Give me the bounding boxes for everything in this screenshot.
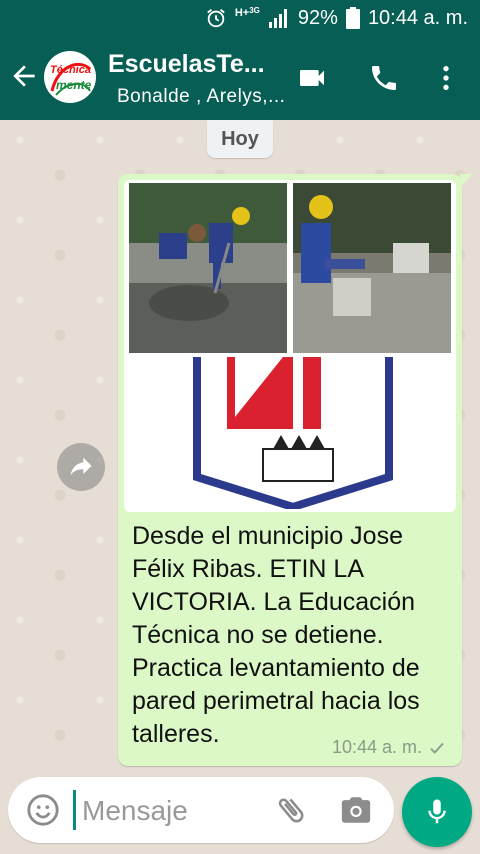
network-type: H+	[234, 7, 250, 19]
photo-student-building-wall[interactable]	[293, 183, 451, 353]
alarm-icon	[207, 9, 225, 28]
mic-icon	[428, 799, 446, 824]
video-call-button[interactable]	[296, 62, 328, 94]
emoji-icon	[27, 794, 59, 826]
signal-icon	[268, 9, 287, 28]
photo-students-digging[interactable]	[129, 183, 287, 353]
battery-icon	[345, 7, 360, 29]
message-time: 10:44 a. m.	[331, 737, 422, 757]
text-caret	[73, 790, 76, 830]
paperclip-icon	[278, 798, 304, 823]
battery-percent: 92%	[297, 6, 338, 29]
phone-icon	[372, 66, 396, 90]
clock: 10:44 a. m.	[367, 6, 468, 29]
avatar-text-line1: Técnica	[50, 64, 91, 76]
status-bar: H+ 3G 92% 10:44 a. m.	[0, 0, 480, 36]
bubble-tail	[460, 174, 472, 188]
chat-participants[interactable]: Bonalde , Arelys,...	[117, 86, 287, 108]
message-text: Desde el municipio Jose Félix Ribas. ETI…	[132, 522, 420, 748]
group-avatar[interactable]: Técnica mente	[44, 51, 96, 103]
back-button[interactable]	[8, 60, 40, 92]
attach-button[interactable]	[274, 793, 308, 827]
more-vert-icon	[443, 66, 449, 90]
network-sub: 3G	[249, 6, 260, 15]
forward-icon	[70, 457, 92, 476]
camera-icon	[341, 797, 371, 823]
camera-button[interactable]	[339, 793, 373, 827]
message-bubble[interactable]: Desde el municipio Jose Félix Ribas. ETI…	[118, 174, 472, 766]
single-check-icon	[430, 742, 444, 754]
chat-area[interactable]: Hoy Desde el municipio Jose Félix Ribas.…	[0, 120, 480, 770]
arrow-back-icon	[13, 65, 35, 87]
message-input[interactable]	[80, 787, 274, 835]
forward-button[interactable]	[57, 443, 105, 491]
more-options-button[interactable]	[430, 62, 462, 94]
avatar-text-line2: mente	[56, 78, 92, 92]
voice-record-button[interactable]	[402, 777, 472, 847]
emoji-button[interactable]	[26, 793, 60, 827]
media-collage[interactable]	[124, 180, 456, 512]
chat-title[interactable]: EscuelasTe...	[108, 50, 278, 79]
videocam-icon	[300, 70, 324, 86]
date-divider: Hoy	[207, 120, 273, 158]
message-meta: 10:44 a. m.	[332, 737, 446, 758]
compose-bar	[8, 777, 394, 843]
voice-call-button[interactable]	[368, 62, 400, 94]
etin-logo	[193, 357, 393, 509]
tecnica-mente-logo	[45, 52, 95, 102]
chat-header: Técnica mente EscuelasTe... Bonalde , Ar…	[0, 36, 480, 120]
status-icons: H+ 3G 92% 10:44 a. m.	[205, 6, 468, 30]
